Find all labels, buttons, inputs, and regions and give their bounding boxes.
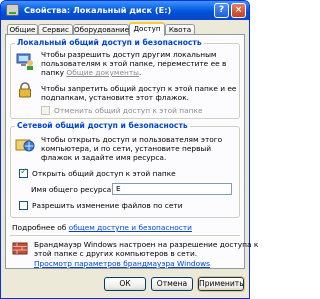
local-text-line-2: пользователям к этой папке, переместите … xyxy=(41,59,227,68)
firewall-text-line-1: Брандмауэр Windows настроен на разрешени… xyxy=(34,240,259,249)
ok-button[interactable]: ОК xyxy=(104,277,146,291)
allow-change-checkbox[interactable] xyxy=(19,201,28,210)
network-sharing-title: Сетевой общий доступ и безопасность xyxy=(15,121,190,130)
help-button[interactable]: ? xyxy=(214,3,229,18)
share-name-label: Имя общего ресурса: xyxy=(31,185,114,194)
share-folder-label: Открыть общий доступ к этой папке xyxy=(32,169,176,178)
shared-documents-link[interactable]: Общие документы xyxy=(66,68,139,77)
close-button[interactable]: × xyxy=(231,3,246,18)
network-text-line-1: Чтобы открыть доступ и пользователям это… xyxy=(41,135,223,144)
make-private-checkbox[interactable] xyxy=(41,106,50,115)
local-text-line-1: Чтобы разрешить доступ другим локальным xyxy=(41,50,217,59)
tab-sharing[interactable]: Доступ xyxy=(129,22,165,36)
network-text-line-3: флажок и задайте имя ресурса. xyxy=(41,153,167,162)
lock-icon xyxy=(19,82,31,98)
local-sharing-group: Локальный общий доступ и безопасность Чт… xyxy=(10,38,240,119)
local-text-prefix: папку xyxy=(41,68,67,77)
firewall-text-line-2: этой папке с других компьютеров в сети. xyxy=(34,249,198,258)
more-info-line: Подробнее об общем доступе и безопасност… xyxy=(12,223,192,232)
title-bar: Свойства: Локальный диск (E:) ? × xyxy=(1,1,249,20)
users-computer-icon xyxy=(16,53,33,70)
sharing-security-link[interactable]: общем доступе и безопасности xyxy=(69,223,192,232)
local-text-line-3: папку Общие документы. xyxy=(41,68,141,77)
local-text-suffix: . xyxy=(139,68,142,77)
window-title: Свойства: Локальный диск (E:) xyxy=(24,5,172,15)
local-deny-text-line-1: Чтобы запретить общий доступ к этой папк… xyxy=(41,84,237,93)
local-sharing-title: Локальный общий доступ и безопасность xyxy=(15,38,204,47)
network-share-icon xyxy=(15,139,35,152)
cancel-button[interactable]: Отмена xyxy=(151,277,193,291)
share-folder-checkbox[interactable]: ✓ xyxy=(19,167,28,178)
share-name-input[interactable]: E xyxy=(112,183,232,195)
apply-button[interactable]: Применить xyxy=(197,276,245,292)
drive-icon xyxy=(6,4,19,16)
make-private-label: Отменить общий доступ к этой папке xyxy=(54,106,203,115)
divider xyxy=(10,235,240,236)
network-sharing-group: Сетевой общий доступ и безопасность Чтоб… xyxy=(10,121,240,218)
firewall-settings-link[interactable]: Просмотр параметров брандмауэра Windows xyxy=(34,259,210,268)
allow-change-label: Разрешить изменение файлов по сети xyxy=(32,201,183,210)
properties-dialog: Свойства: Локальный диск (E:) ? × Общие … xyxy=(0,0,258,299)
firewall-icon xyxy=(12,242,28,255)
checkmark-icon: ✓ xyxy=(20,167,28,177)
local-deny-text-line-2: подпапкам, установите этот флажок. xyxy=(41,93,190,102)
more-info-prefix: Подробнее об xyxy=(12,223,69,232)
network-text-line-2: компьютера, и по сети, установите первый xyxy=(41,144,212,153)
sharing-panel: Локальный общий доступ и безопасность Чт… xyxy=(5,34,258,269)
